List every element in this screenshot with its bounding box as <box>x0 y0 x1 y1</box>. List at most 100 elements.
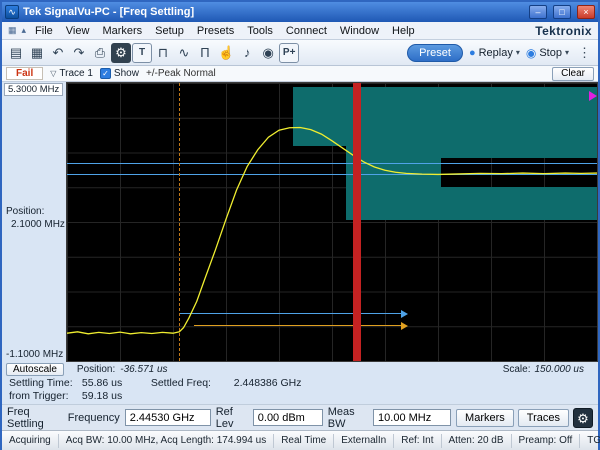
settled-freq-label: Settled Freq: <box>150 377 211 389</box>
camera-icon[interactable]: ◉ <box>258 43 278 63</box>
measurement-controls: Freq Settling Frequency Ref Lev Meas BW … <box>2 404 598 430</box>
from-trigger-label: from Trigger: <box>9 390 69 402</box>
settling-time-label: Settling Time: <box>9 377 73 389</box>
menu-file[interactable]: File <box>29 24 59 38</box>
status-tg: TG: Off <box>580 434 600 448</box>
y-axis-bottom-label: -1.1000 MHz <box>6 349 64 360</box>
sine-wave-icon[interactable]: ∿ <box>174 43 194 63</box>
plot-area[interactable] <box>66 82 598 362</box>
x-scale-label: Scale: <box>502 363 531 375</box>
overflow-menu-icon[interactable]: ⋮ <box>575 45 594 61</box>
preset-button[interactable]: Preset <box>407 43 463 62</box>
freq-trace <box>67 126 597 335</box>
print-icon[interactable]: ⎙ <box>90 43 110 63</box>
mask-violation-bar <box>353 83 361 361</box>
menu-help[interactable]: Help <box>386 24 421 38</box>
close-button[interactable]: × <box>577 5 595 19</box>
settled-freq-value: 2.448386 GHz <box>233 377 302 389</box>
ref-lev-field[interactable] <box>252 409 323 426</box>
show-checkbox-group[interactable]: ✓ Show <box>99 68 139 79</box>
trace-selector[interactable]: ▽ Trace 1 <box>50 68 93 79</box>
status-trigger-source: ExternalIn <box>334 433 395 448</box>
frequency-label: Frequency <box>67 411 120 424</box>
title-bar: ∿ Tek SignalVu-PC - [Freq Settling] – □ … <box>2 2 598 22</box>
menu-bar: ▦ ▴ File View Markers Setup Presets Tool… <box>2 22 598 40</box>
menu-markers[interactable]: Markers <box>96 24 148 38</box>
meas-bw-label: Meas BW <box>327 405 355 430</box>
chevron-down-icon: ▾ <box>564 48 569 57</box>
save-icon[interactable]: ▦ <box>27 43 47 63</box>
menu-setup[interactable]: Setup <box>149 24 190 38</box>
redo-icon[interactable]: ↷ <box>69 43 89 63</box>
settings-gear-button[interactable]: ⚙ <box>573 407 593 428</box>
from-trigger-value: 59.18 us <box>81 390 123 402</box>
position-scale-row: Autoscale Position: -36.571 us Scale: 15… <box>2 362 598 376</box>
detection-mode-label: +/-Peak Normal <box>145 68 216 79</box>
chevron-down-icon: ▽ <box>50 69 57 78</box>
show-checkbox[interactable]: ✓ <box>99 68 111 79</box>
y-axis-position-block[interactable]: Position: 2.1000 MHz <box>6 205 65 231</box>
y-axis-gutter: 5.3000 MHz Position: 2.1000 MHz -1.1000 … <box>2 82 66 362</box>
status-bar: Acquiring Acq BW: 10.00 MHz, Acq Length:… <box>2 430 600 450</box>
preset-plus-icon[interactable]: P+ <box>279 42 300 63</box>
undo-icon[interactable]: ↶ <box>48 43 68 63</box>
speaker-icon[interactable]: ♪ <box>237 43 257 63</box>
results-row-1: Settling Time: 55.86 us Settled Freq: 2.… <box>9 377 591 390</box>
pass-fail-badge: Fail <box>6 67 44 80</box>
trace-controls-bar: Fail ▽ Trace 1 ✓ Show +/-Peak Normal Cle… <box>2 66 598 82</box>
status-preamp: Preamp: Off <box>512 433 581 448</box>
trace-svg <box>67 126 597 335</box>
status-atten: Atten: 20 dB <box>442 433 512 448</box>
app-window: ∿ Tek SignalVu-PC - [Freq Settling] – □ … <box>0 0 600 450</box>
traces-button[interactable]: Traces <box>517 408 569 427</box>
replay-label: Replay <box>478 46 513 59</box>
results-panel: Settling Time: 55.86 us Settled Freq: 2.… <box>2 376 598 404</box>
settings-gear-icon[interactable]: ⚙ <box>111 42 131 63</box>
maximize-button[interactable]: □ <box>553 5 571 19</box>
menu-view[interactable]: View <box>60 24 96 38</box>
x-scale-group: Scale: 150.000 us <box>503 364 584 375</box>
open-icon[interactable]: ▤ <box>6 43 26 63</box>
menu-window[interactable]: Window <box>334 24 385 38</box>
trace-selector-label: Trace 1 <box>59 68 93 79</box>
status-realtime: Real Time <box>274 433 335 448</box>
minimize-button[interactable]: – <box>529 5 547 19</box>
y-axis-top-label[interactable]: 5.3000 MHz <box>4 83 64 96</box>
mdi-window-icon[interactable]: ▦ <box>6 25 19 36</box>
settling-time-value: 55.86 us <box>81 377 123 389</box>
window-title: Tek SignalVu-PC - [Freq Settling] <box>23 6 195 18</box>
results-row-2: from Trigger: 59.18 us <box>9 390 591 403</box>
toolbar: ▤ ▦ ↶ ↷ ⎙ ⚙ T ⊓ ∿ Π ☝ ♪ ◉ P+ Preset ● Re… <box>2 40 598 66</box>
replay-dropdown[interactable]: ● Replay ▾ <box>469 47 520 59</box>
status-ref: Ref: Int <box>394 433 442 448</box>
x-position-value[interactable]: -36.571 us <box>120 364 167 375</box>
stop-icon: ◉ <box>525 45 537 60</box>
touch-icon[interactable]: ☝ <box>216 43 236 63</box>
show-label: Show <box>113 68 139 79</box>
amplitude-measure-icon[interactable]: Π <box>195 43 215 63</box>
measurement-name: Freq Settling <box>7 405 44 430</box>
tektronix-logo: Tektronix <box>535 23 592 38</box>
trigger-level-marker <box>589 91 597 102</box>
menu-connect[interactable]: Connect <box>280 24 333 38</box>
trigger-setup-icon[interactable]: T <box>132 42 152 63</box>
status-acq-bw: Acq BW: 10.00 MHz, Acq Length: 174.994 u… <box>59 433 275 448</box>
meas-bw-field[interactable] <box>373 409 452 426</box>
markers-button[interactable]: Markers <box>456 408 514 427</box>
stop-label: Stop <box>539 46 562 59</box>
pulse-icon[interactable]: ⊓ <box>153 43 173 63</box>
menu-presets[interactable]: Presets <box>191 24 240 38</box>
menu-tools[interactable]: Tools <box>241 24 279 38</box>
frequency-field[interactable] <box>124 409 211 426</box>
chevron-down-icon: ▾ <box>515 48 520 57</box>
status-acquisition-state: Acquiring <box>2 433 59 448</box>
main-area: 5.3000 MHz Position: 2.1000 MHz -1.1000 … <box>2 82 598 362</box>
autoscale-button[interactable]: Autoscale <box>6 362 64 376</box>
ref-lev-label: Ref Lev <box>215 405 234 430</box>
x-scale-value[interactable]: 150.000 us <box>535 364 585 375</box>
stop-dropdown[interactable]: ◉ Stop ▾ <box>526 46 569 60</box>
mdi-restore-icon[interactable]: ▴ <box>20 25 29 36</box>
clear-button[interactable]: Clear <box>552 66 594 81</box>
app-icon: ∿ <box>5 5 19 19</box>
x-position-label: Position: <box>76 363 116 375</box>
